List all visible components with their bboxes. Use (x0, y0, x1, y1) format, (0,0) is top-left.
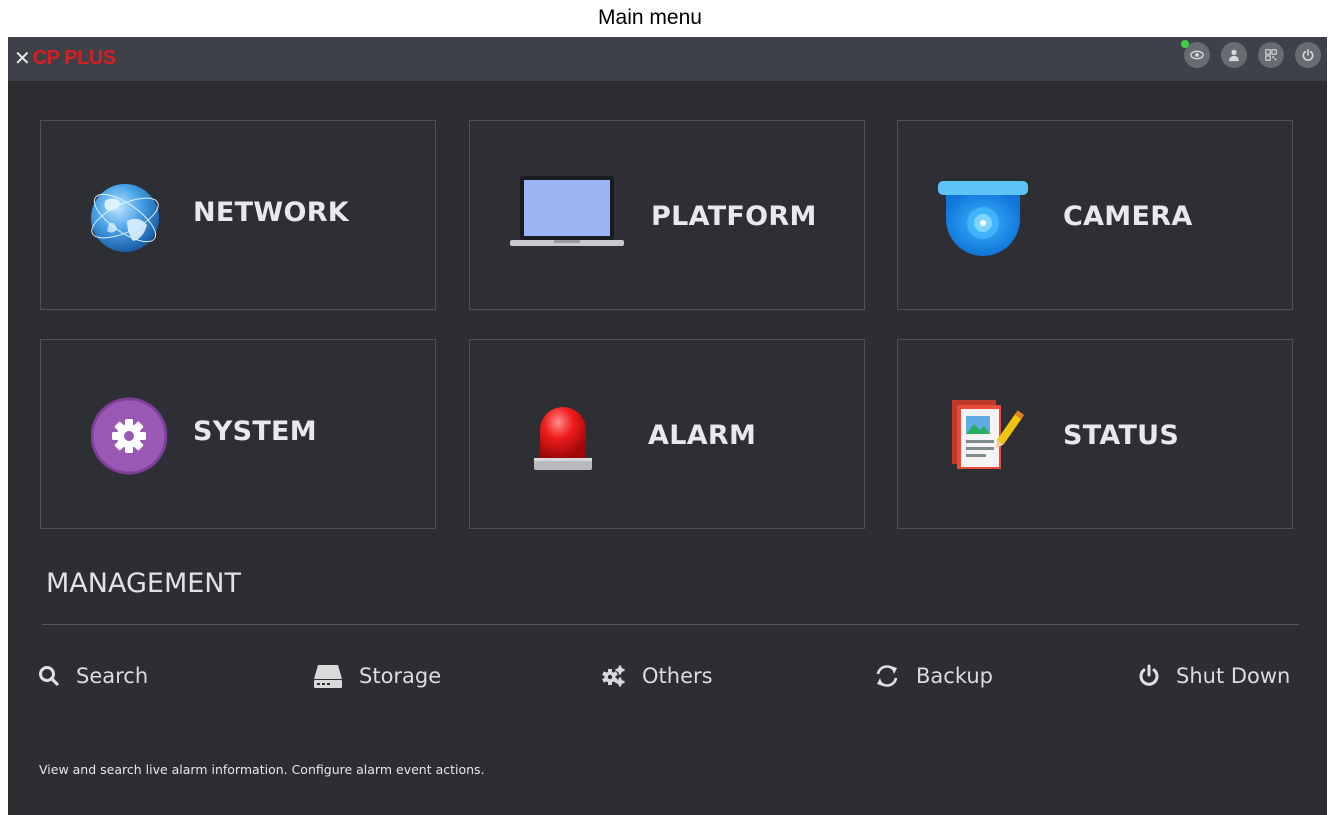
storage-button[interactable]: Storage (313, 661, 441, 691)
storage-label: Storage (359, 664, 442, 688)
tile-network[interactable]: NETWORK (40, 120, 436, 310)
dome-camera-icon (938, 181, 1028, 256)
shut-down-label: Shut Down (1176, 664, 1291, 688)
gears-icon (602, 665, 625, 687)
globe-icon (91, 184, 159, 252)
management-divider (42, 624, 1299, 625)
help-text: View and search live alarm information. … (39, 762, 485, 777)
main-menu-screen: ✕ CP PLUS NETWORK PLATFORM CAMERA SYSTEM… (8, 37, 1327, 815)
live-view-button[interactable] (1181, 40, 1210, 68)
brand-logo: ✕ CP PLUS (14, 43, 116, 73)
tile-label: NETWORK (193, 197, 350, 228)
siren-icon (534, 407, 592, 470)
hard-drive-icon (314, 665, 342, 688)
qr-code-button[interactable] (1258, 42, 1284, 68)
tile-status[interactable]: STATUS (897, 339, 1293, 529)
eye-icon (1190, 50, 1204, 60)
logo-mark-icon: ✕ (14, 46, 31, 70)
power-icon (1302, 48, 1314, 61)
search-icon (39, 666, 59, 686)
power-icon (1139, 664, 1159, 686)
search-button[interactable]: Search (38, 661, 148, 691)
tile-alarm[interactable]: ALARM (469, 339, 865, 529)
user-icon (1229, 49, 1239, 62)
power-button[interactable] (1295, 42, 1321, 68)
tile-system[interactable]: SYSTEM (40, 339, 436, 529)
refresh-icon (876, 665, 898, 687)
tile-label: ALARM (648, 420, 757, 451)
laptop-icon (510, 176, 624, 246)
page-caption: Main menu (598, 6, 702, 29)
qr-code-icon (1265, 49, 1277, 61)
tile-label: STATUS (1063, 420, 1180, 451)
live-indicator (1181, 40, 1189, 48)
shut-down-button[interactable]: Shut Down (1138, 661, 1290, 691)
others-button[interactable]: Others (602, 661, 713, 691)
gear-icon (91, 397, 167, 475)
brand-name: CP PLUS (32, 46, 116, 69)
report-pencil-icon (952, 400, 1025, 469)
tile-camera[interactable]: CAMERA (897, 120, 1293, 310)
search-label: Search (76, 664, 149, 688)
tile-label: CAMERA (1063, 201, 1193, 232)
titlebar-actions (1181, 40, 1321, 68)
tile-label: PLATFORM (651, 201, 817, 232)
user-button[interactable] (1221, 42, 1247, 68)
management-title: MANAGEMENT (46, 568, 241, 599)
tile-label: SYSTEM (193, 416, 317, 447)
title-bar: ✕ CP PLUS (8, 37, 1327, 81)
others-label: Others (642, 664, 713, 688)
backup-button[interactable]: Backup (874, 661, 993, 691)
tile-platform[interactable]: PLATFORM (469, 120, 865, 310)
backup-label: Backup (916, 664, 993, 688)
